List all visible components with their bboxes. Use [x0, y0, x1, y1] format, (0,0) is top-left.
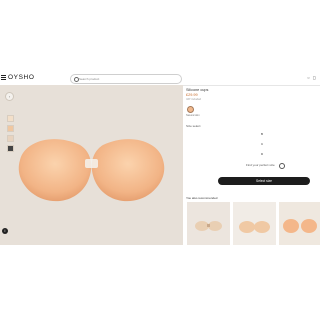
thumbnail-rail: ‹ — [5, 92, 15, 155]
product-title: Silicone cups — [186, 88, 209, 92]
bra-illustration — [18, 139, 165, 202]
menu-icon[interactable] — [1, 75, 6, 80]
thumbnail[interactable] — [7, 145, 14, 152]
color-swatch[interactable] — [187, 106, 194, 113]
size-guide-link[interactable]: Find your perfect size — [246, 163, 275, 167]
recommendation-card[interactable] — [187, 202, 230, 245]
recommendation-image — [195, 221, 222, 231]
recommendation-card[interactable] — [279, 202, 320, 245]
size-option[interactable]: B — [261, 132, 263, 136]
vat-note: VAT included — [186, 98, 201, 101]
bag-icon[interactable]: ◻ — [313, 75, 319, 80]
recommendation-image — [283, 219, 317, 233]
search-placeholder: Search product — [79, 76, 100, 81]
size-option[interactable]: D — [261, 152, 263, 156]
info-button[interactable]: i — [2, 228, 8, 234]
thumbnail[interactable] — [7, 115, 14, 122]
size-heading: Size select — [186, 124, 201, 128]
size-option[interactable]: C — [261, 142, 263, 146]
recommendations-title: You also recommended — [186, 196, 218, 200]
product-price: £29.99 — [186, 93, 198, 97]
thumbnail[interactable] — [7, 135, 14, 142]
header-actions[interactable]: ○◻ — [307, 75, 319, 80]
select-size-button[interactable]: Select size — [218, 177, 310, 185]
thumbnail[interactable] — [7, 125, 14, 132]
recommendation-image — [239, 221, 270, 233]
recommendation-card[interactable] — [233, 202, 276, 245]
back-button[interactable]: ‹ — [5, 92, 14, 101]
brand-logo[interactable]: OYSHO — [8, 74, 34, 82]
color-label: Natural skin — [186, 114, 200, 117]
search-input[interactable]: Search product — [70, 74, 182, 84]
ruler-icon[interactable] — [279, 163, 285, 169]
product-image[interactable] — [0, 85, 183, 245]
